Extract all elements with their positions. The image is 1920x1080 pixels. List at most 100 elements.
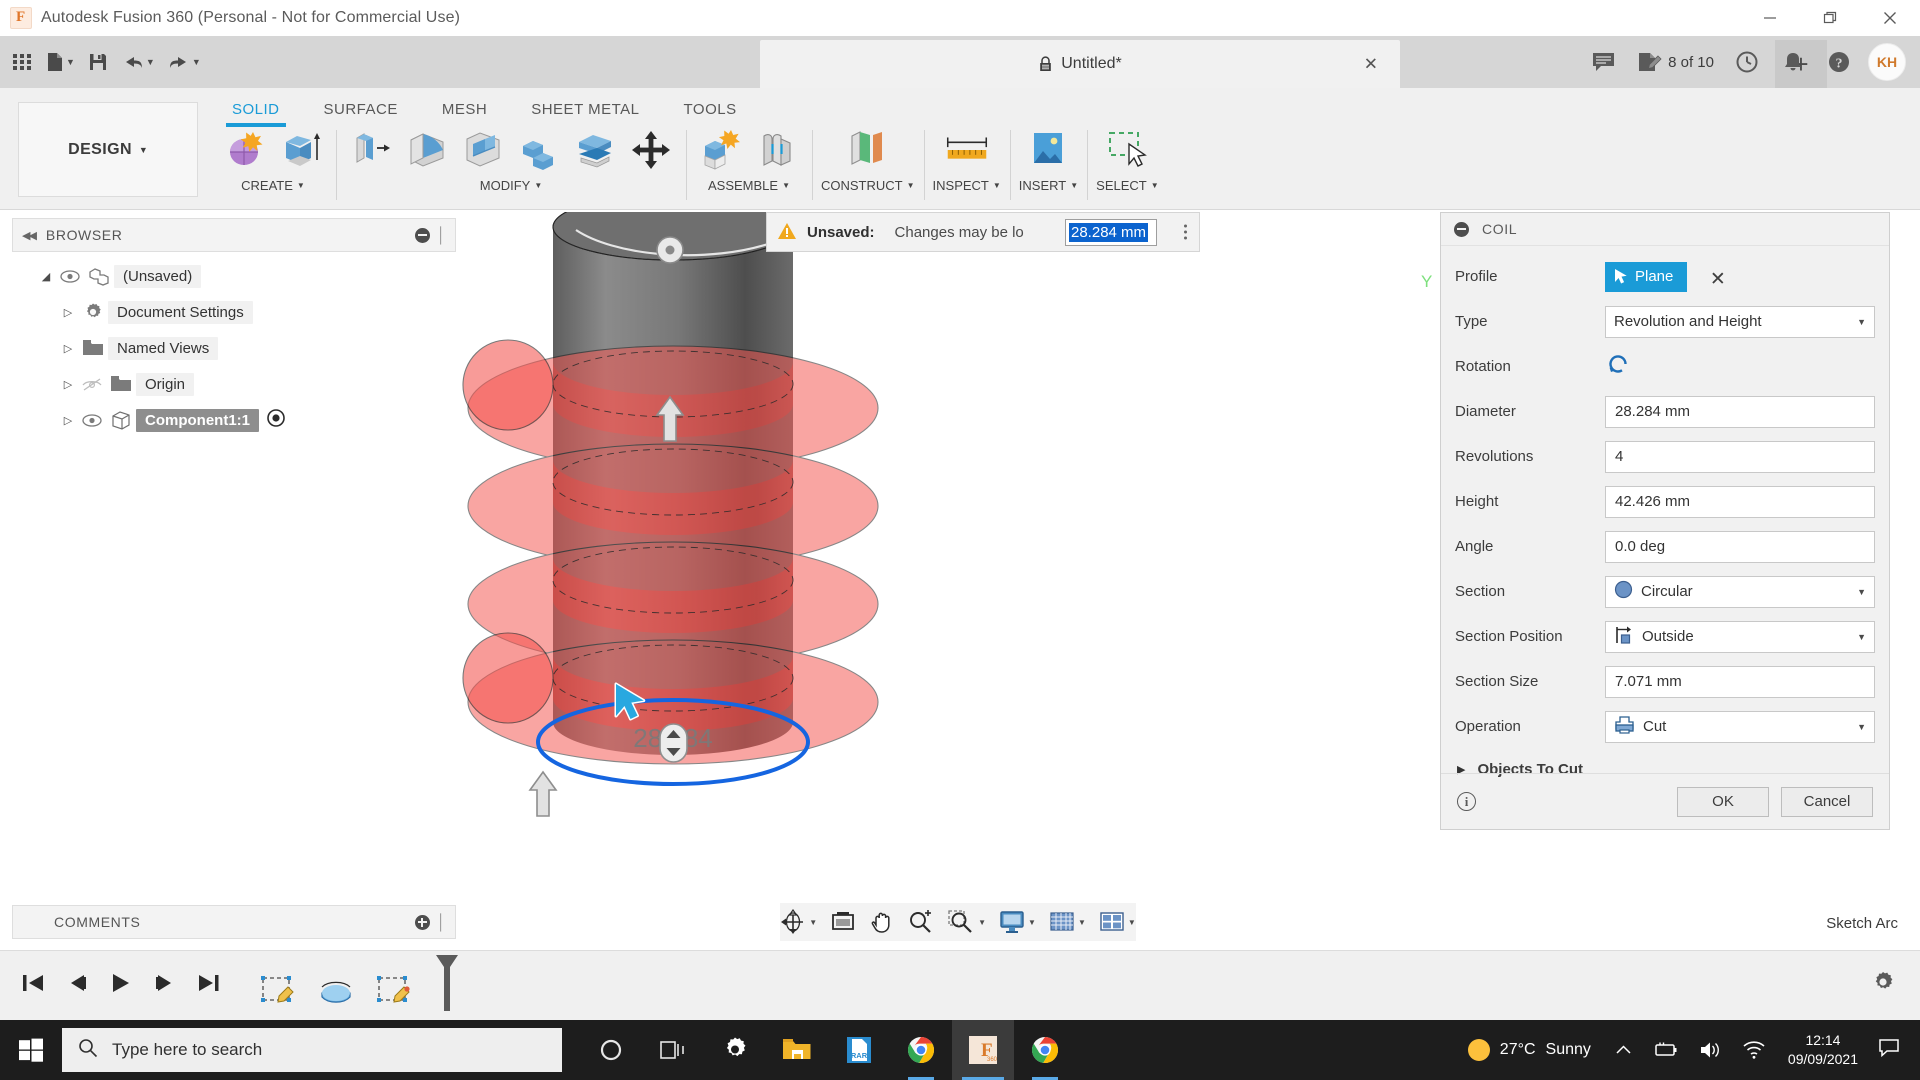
- panel-construct-label[interactable]: CONSTRUCT ▼: [821, 178, 915, 193]
- panel-assemble-label[interactable]: ASSEMBLE ▼: [708, 178, 790, 193]
- timeline-feature-sketch[interactable]: [258, 973, 298, 1016]
- notifications-icon[interactable]: [1770, 36, 1816, 88]
- avatar[interactable]: KH: [1868, 43, 1906, 81]
- shell-icon[interactable]: [457, 126, 509, 174]
- fusion360-icon[interactable]: F 360: [952, 1020, 1014, 1080]
- expand-arrow-icon[interactable]: ▷: [58, 414, 78, 427]
- construct-plane-icon[interactable]: [842, 126, 894, 174]
- new-component-icon[interactable]: [695, 126, 747, 174]
- coil-section-size-input[interactable]: 7.071 mm: [1605, 665, 1875, 698]
- viewport-3d[interactable]: 28.284 Y: [458, 212, 1438, 902]
- document-tab-close-icon[interactable]: ✕: [1364, 56, 1378, 73]
- minimize-button[interactable]: [1740, 0, 1800, 36]
- save-icon[interactable]: [82, 42, 114, 82]
- app-grid-icon[interactable]: [6, 42, 38, 82]
- panel-select-label[interactable]: SELECT ▼: [1096, 178, 1159, 193]
- visibility-eye-icon[interactable]: [56, 269, 84, 283]
- combine-icon[interactable]: [513, 126, 565, 174]
- activate-component-icon[interactable]: [266, 408, 286, 432]
- recent-activity-icon[interactable]: [1724, 36, 1770, 88]
- redo-caret-icon[interactable]: ▼: [192, 57, 201, 67]
- orbit-caret-icon[interactable]: ▼: [809, 918, 817, 927]
- panel-insert-label[interactable]: INSERT ▼: [1019, 178, 1078, 193]
- comments-icon[interactable]: [1580, 36, 1626, 88]
- timeline-go-start-button[interactable]: [20, 972, 46, 999]
- expand-arrow-icon[interactable]: ▷: [58, 378, 78, 391]
- tab-tools[interactable]: TOOLS: [662, 94, 759, 124]
- chevron-down-icon[interactable]: ▼: [1857, 317, 1866, 327]
- chevron-down-icon[interactable]: ▼: [1857, 632, 1866, 642]
- inline-value-input[interactable]: 28.284 mm: [1065, 219, 1157, 246]
- expand-arrow-icon[interactable]: ▷: [58, 306, 78, 319]
- display-settings-button[interactable]: ▼: [994, 910, 1041, 934]
- volume-icon[interactable]: [1688, 1040, 1732, 1060]
- zoom-button[interactable]: [903, 909, 939, 935]
- panel-inspect-label[interactable]: INSPECT ▼: [933, 178, 1001, 193]
- timeline-settings-icon[interactable]: [1870, 970, 1896, 1001]
- expand-arrow-icon[interactable]: ◢: [36, 270, 56, 283]
- taskbar-search-box[interactable]: Type here to search: [62, 1028, 562, 1072]
- coil-revolutions-input[interactable]: 4: [1605, 440, 1875, 473]
- workspace-switcher[interactable]: DESIGN ▼: [18, 102, 198, 197]
- clear-profile-icon[interactable]: ✕: [1710, 269, 1726, 290]
- orbit-button[interactable]: ▼: [775, 909, 822, 935]
- panel-modify-label[interactable]: MODIFY ▼: [480, 178, 542, 193]
- tree-item-component1[interactable]: ▷ Component1:1: [12, 402, 456, 438]
- help-icon[interactable]: ?: [1816, 36, 1862, 88]
- tray-expand-icon[interactable]: [1605, 1044, 1642, 1056]
- coil-height-input[interactable]: 42.426 mm: [1605, 485, 1875, 518]
- pan-button[interactable]: [864, 909, 900, 935]
- visibility-eye-icon[interactable]: [78, 413, 106, 427]
- select-window-icon[interactable]: [1101, 126, 1153, 174]
- timeline-step-back-button[interactable]: [64, 972, 90, 999]
- panel-create-label[interactable]: CREATE ▼: [241, 178, 305, 193]
- battery-icon[interactable]: [1642, 1041, 1688, 1059]
- visibility-hidden-icon[interactable]: [78, 377, 106, 392]
- timeline-go-end-button[interactable]: [196, 972, 222, 999]
- measure-icon[interactable]: [941, 126, 993, 174]
- weather-widget[interactable]: 27°C Sunny: [1454, 1039, 1605, 1061]
- fit-caret-icon[interactable]: ▼: [978, 918, 986, 927]
- job-status-icon[interactable]: [1626, 36, 1672, 88]
- undo-caret-icon[interactable]: ▼: [146, 57, 155, 67]
- fillet-icon[interactable]: [401, 126, 453, 174]
- expand-arrow-icon[interactable]: ▷: [58, 342, 78, 355]
- winrar-icon[interactable]: RAR: [828, 1020, 890, 1080]
- select-plane-button[interactable]: Plane: [1605, 261, 1688, 292]
- timeline-marker[interactable]: [432, 955, 462, 1016]
- tab-surface[interactable]: SURFACE: [302, 94, 420, 124]
- coil-section-select[interactable]: Circular ▼: [1605, 575, 1875, 608]
- offset-face-icon[interactable]: [569, 126, 621, 174]
- info-icon[interactable]: i: [1457, 792, 1476, 811]
- comments-resize-grip[interactable]: │: [437, 914, 446, 931]
- close-button[interactable]: [1860, 0, 1920, 36]
- action-center-icon[interactable]: [1870, 1038, 1912, 1063]
- viewports-button[interactable]: ▼: [1094, 910, 1141, 934]
- chrome-icon[interactable]: [1014, 1020, 1076, 1080]
- timeline-play-button[interactable]: [108, 972, 134, 999]
- look-at-button[interactable]: [825, 910, 861, 934]
- tab-mesh[interactable]: MESH: [420, 94, 509, 124]
- joint-icon[interactable]: [751, 126, 803, 174]
- taskbar-clock[interactable]: 12:14 09/09/2021: [1776, 1031, 1870, 1069]
- redo-icon[interactable]: ▼: [162, 42, 206, 82]
- coil-diameter-input[interactable]: 28.284 mm: [1605, 395, 1875, 428]
- rotation-icon[interactable]: [1605, 355, 1631, 381]
- task-view-icon[interactable]: [642, 1020, 704, 1080]
- settings-icon[interactable]: [704, 1020, 766, 1080]
- unsaved-toast[interactable]: Unsaved: Changes may be lo 28.284 mm: [766, 212, 1200, 252]
- viewports-caret-icon[interactable]: ▼: [1128, 918, 1136, 927]
- start-button[interactable]: [0, 1020, 62, 1080]
- coil-section-position-select[interactable]: Outside ▼: [1605, 620, 1875, 653]
- document-tab[interactable]: Untitled* ✕: [760, 40, 1400, 88]
- timeline-step-forward-button[interactable]: [152, 972, 178, 999]
- coil-operation-select[interactable]: Cut ▼: [1605, 710, 1875, 743]
- chrome-icon[interactable]: [890, 1020, 952, 1080]
- grid-snaps-caret-icon[interactable]: ▼: [1078, 918, 1086, 927]
- ok-button[interactable]: OK: [1677, 786, 1769, 817]
- tab-solid[interactable]: SOLID: [210, 94, 302, 127]
- new-file-icon[interactable]: ▼: [40, 42, 80, 82]
- network-icon[interactable]: [1732, 1040, 1776, 1060]
- timeline-feature-revolve[interactable]: [316, 973, 356, 1016]
- tab-sheet-metal[interactable]: SHEET METAL: [509, 94, 661, 124]
